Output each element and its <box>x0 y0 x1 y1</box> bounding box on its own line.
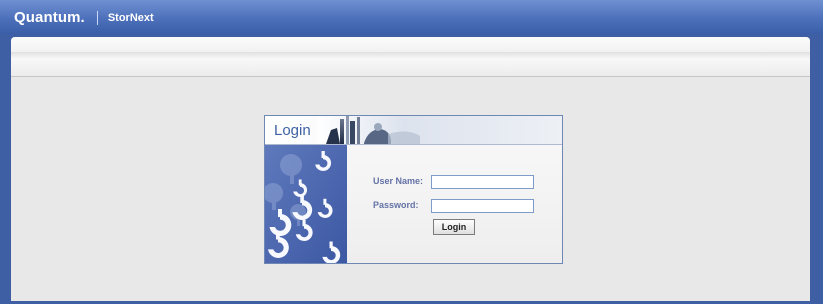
password-field[interactable] <box>431 199 534 213</box>
username-field[interactable] <box>431 175 534 189</box>
header-photo-icon <box>318 116 562 144</box>
login-button[interactable]: Login <box>433 219 475 235</box>
username-label: User Name: <box>373 176 424 186</box>
keyhole-pattern-icon <box>265 145 347 263</box>
top-bar: Quantum. StorNext <box>0 0 823 34</box>
password-label: Password: <box>373 200 419 210</box>
brand: Quantum. StorNext <box>14 9 154 26</box>
login-form: User Name: Password: Login <box>347 145 562 263</box>
brand-name: Quantum. <box>14 9 85 26</box>
product-name: StorNext <box>107 11 154 24</box>
login-title: Login <box>274 122 311 139</box>
app-window: Quantum. StorNext Login User Name: Passw… <box>0 0 823 304</box>
workspace: Login User Name: Password: Login <box>11 37 810 301</box>
left-art <box>265 145 347 263</box>
login-header: Login <box>265 116 562 145</box>
login-panel: Login User Name: Password: Login <box>264 115 563 264</box>
brand-divider <box>96 10 98 25</box>
workspace-band <box>11 37 810 77</box>
